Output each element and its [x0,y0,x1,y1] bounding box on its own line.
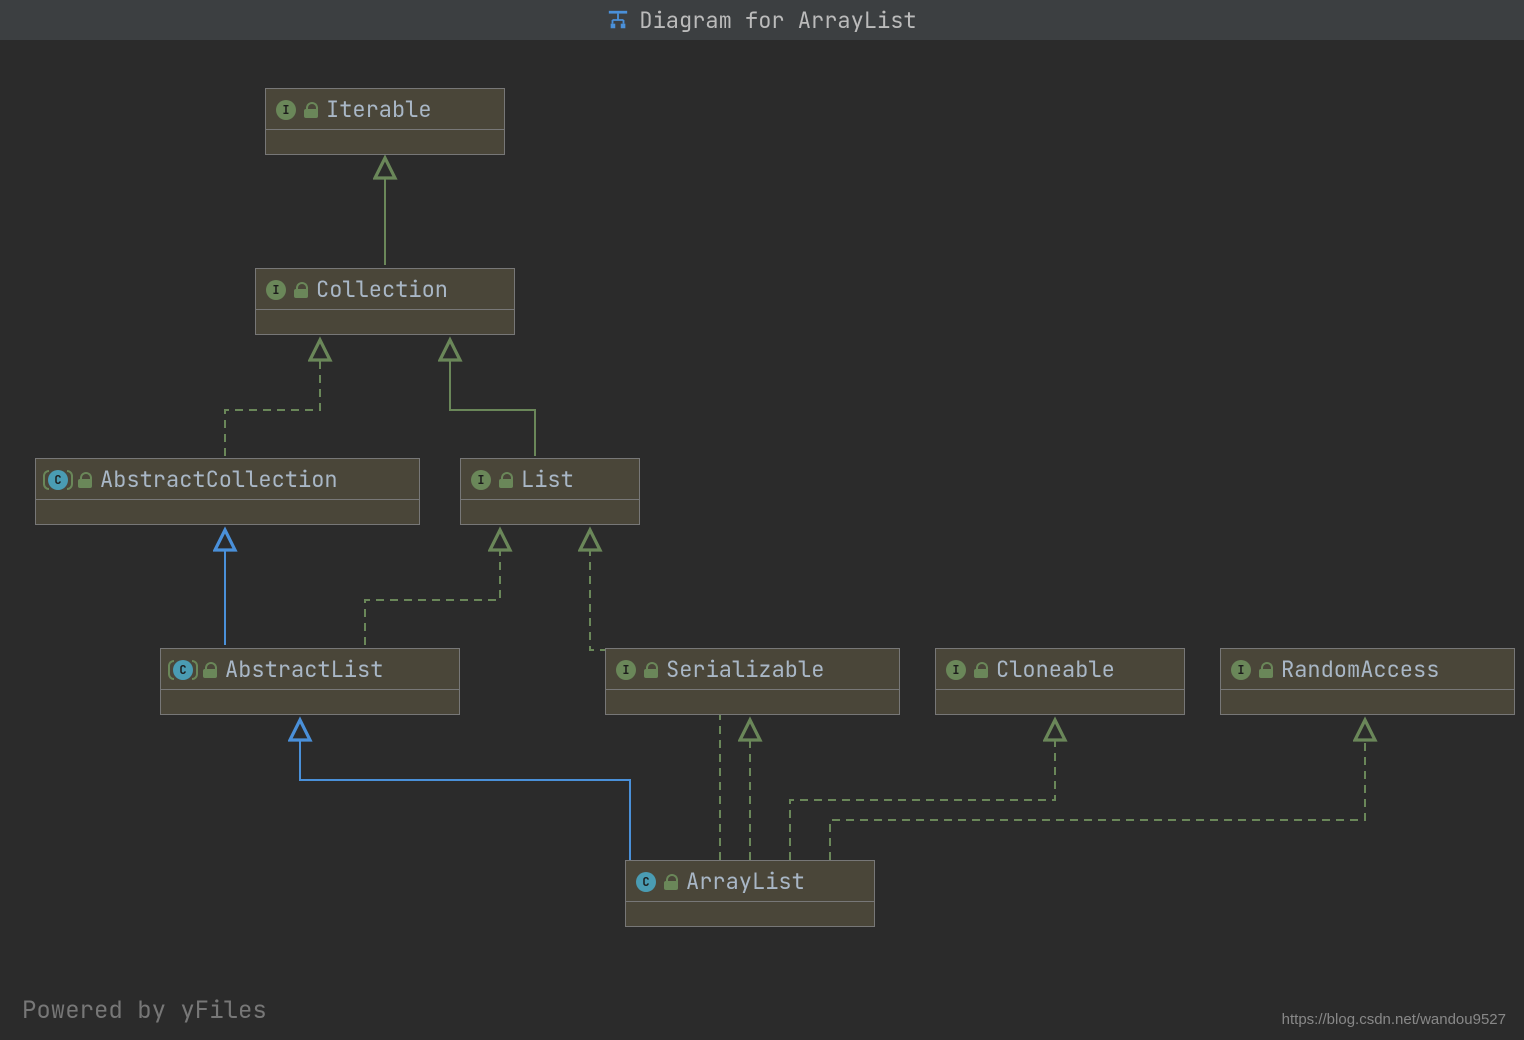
node-label: Serializable [666,655,824,684]
node-label: AbstractCollection [100,465,338,494]
node-label: ArrayList [686,867,805,896]
node-iterable[interactable]: I Iterable [265,88,505,155]
lock-icon [304,102,318,118]
lock-icon [644,662,658,678]
edge-arraylist-abstractlist [300,720,630,860]
node-abstract-collection[interactable]: C AbstractCollection [35,458,420,525]
node-label: Collection [316,275,448,304]
node-label: Cloneable [996,655,1115,684]
abstract-class-badge-icon: C [171,660,195,680]
window-title: Diagram for ArrayList [639,6,916,35]
node-label: Iterable [326,95,432,124]
interface-badge-icon: I [616,660,636,680]
interface-badge-icon: I [276,100,296,120]
lock-icon [499,472,513,488]
footer-watermark: https://blog.csdn.net/wandou9527 [1282,1011,1506,1028]
node-random-access[interactable]: I RandomAccess [1220,648,1515,715]
node-abstract-list[interactable]: C AbstractList [160,648,460,715]
node-collection[interactable]: I Collection [255,268,515,335]
lock-icon [1259,662,1273,678]
edge-arraylist-randomaccess [830,720,1365,860]
node-label: List [521,465,574,494]
window-titlebar: Diagram for ArrayList [0,0,1524,40]
node-serializable[interactable]: I Serializable [605,648,900,715]
edge-arraylist-cloneable [790,720,1055,860]
node-array-list[interactable]: C ArrayList [625,860,875,927]
interface-badge-icon: I [266,280,286,300]
lock-icon [78,472,92,488]
lock-icon [664,874,678,890]
interface-badge-icon: I [1231,660,1251,680]
interface-badge-icon: I [946,660,966,680]
edge-list-collection [450,340,535,456]
edge-abstractcollection-collection [225,340,320,456]
interface-badge-icon: I [471,470,491,490]
edge-abstractlist-list [365,530,500,645]
node-cloneable[interactable]: I Cloneable [935,648,1185,715]
node-label: AbstractList [225,655,383,684]
node-label: RandomAccess [1281,655,1439,684]
footer-powered-by: Powered by yFiles [22,995,267,1026]
abstract-class-badge-icon: C [46,470,70,490]
lock-icon [294,282,308,298]
diagram-canvas[interactable]: I Iterable I Collection C AbstractCollec… [0,40,1524,1040]
node-list[interactable]: I List [460,458,640,525]
lock-icon [974,662,988,678]
lock-icon [203,662,217,678]
diagram-icon [607,9,629,31]
class-badge-icon: C [636,872,656,892]
